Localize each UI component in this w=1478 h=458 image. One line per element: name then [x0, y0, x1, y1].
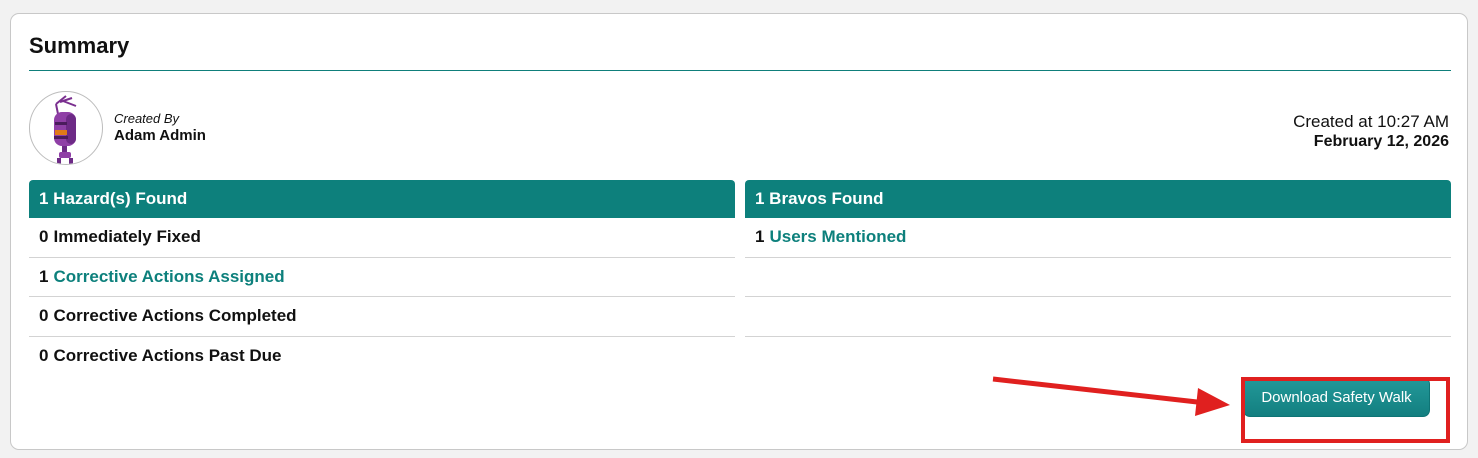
corrective-actions-assigned-link[interactable]: Corrective Actions Assigned	[53, 267, 284, 287]
page-title: Summary	[29, 33, 130, 58]
hazard-row-ca-completed: 0 Corrective Actions Completed	[29, 297, 735, 337]
bravo-row-users-mentioned: 1 Users Mentioned	[745, 218, 1451, 258]
created-at-time: Created at 10:27 AM	[1293, 112, 1449, 131]
created-at-date: February 12, 2026	[1313, 133, 1449, 150]
hazard-row-immediately-fixed: 0 Immediately Fixed	[29, 218, 735, 258]
hazard-label: Corrective Actions Past Due	[53, 346, 282, 366]
hazard-row-ca-past-due: 0 Corrective Actions Past Due	[29, 337, 735, 377]
title-divider	[29, 70, 1451, 71]
hazard-label: Immediately Fixed	[53, 227, 201, 247]
users-mentioned-link[interactable]: Users Mentioned	[769, 227, 906, 247]
avatar	[29, 91, 103, 165]
hazard-count: 0	[39, 227, 49, 247]
hazards-panel: 1 Hazard(s) Found 0 Immediately Fixed 1 …	[29, 180, 735, 376]
hazard-label: Corrective Actions Completed	[53, 306, 297, 326]
robot-avatar-icon	[54, 95, 77, 164]
bravo-row-empty	[745, 297, 1451, 337]
bravo-row-empty	[745, 258, 1451, 297]
bravos-panel: 1 Bravos Found 1 Users Mentioned	[745, 180, 1451, 337]
hazards-header: 1 Hazard(s) Found	[29, 180, 735, 218]
bravos-header: 1 Bravos Found	[745, 180, 1451, 218]
created-by-name: Adam Admin	[114, 127, 206, 144]
hazard-count: 1	[39, 266, 49, 286]
created-by-label: Created By	[114, 111, 180, 126]
hazard-count: 0	[39, 306, 49, 326]
hazard-count: 0	[39, 346, 49, 366]
bravo-count: 1	[755, 227, 765, 247]
download-safety-walk-button[interactable]: Download Safety Walk	[1243, 377, 1430, 417]
hazard-row-ca-assigned: 1 Corrective Actions Assigned	[29, 258, 735, 297]
